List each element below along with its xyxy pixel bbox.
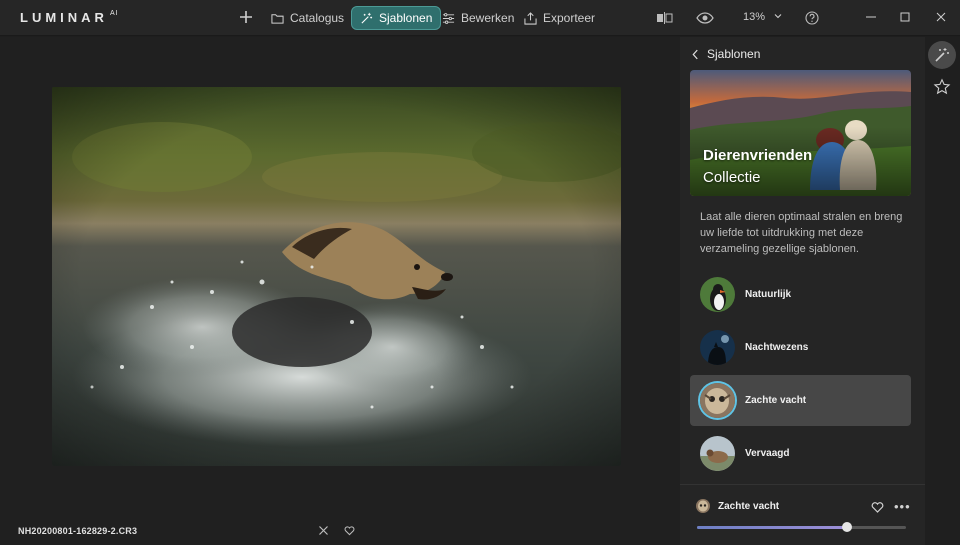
chevron-left-icon: [692, 49, 698, 59]
templates-panel: Sjablonen Dierenvrienden Collectie Laat …: [680, 37, 925, 545]
template-zachte-vacht[interactable]: Zachte vacht: [690, 375, 911, 426]
template-nachtwezens[interactable]: Nachtwezens: [690, 322, 911, 373]
magic-wand-icon: [935, 48, 949, 62]
star-icon: [933, 78, 951, 95]
main-photo[interactable]: [52, 87, 621, 466]
tab-catalogus[interactable]: Catalogus: [263, 6, 352, 30]
tab-label: Exporteer: [543, 11, 596, 25]
heart-icon[interactable]: [871, 501, 884, 513]
slider-handle[interactable]: [842, 522, 853, 532]
template-vervaagd[interactable]: Vervaagd: [690, 428, 911, 479]
minimize-icon[interactable]: [865, 11, 877, 23]
applied-template-label: Zachte vacht: [718, 500, 780, 512]
collection-description: Laat alle dieren optimaal stralen en bre…: [700, 211, 903, 255]
photo-canvas: NH20200801-162829-2.CR3: [0, 37, 680, 545]
add-photos-button[interactable]: [236, 7, 256, 27]
right-rail: [925, 37, 960, 545]
template-thumbnail: [700, 383, 735, 418]
collection-title: Dierenvrienden: [703, 147, 813, 164]
close-icon[interactable]: [935, 11, 947, 23]
templates-rail-button[interactable]: [928, 41, 956, 69]
maximize-icon[interactable]: [899, 11, 911, 23]
more-icon: •••: [894, 499, 911, 514]
template-natuurlijk[interactable]: Natuurlijk: [690, 269, 911, 320]
more-options-button[interactable]: •••: [894, 499, 911, 514]
panel-title: Sjablonen: [707, 47, 761, 61]
template-label: Vervaagd: [745, 448, 790, 459]
applied-template: Zachte vacht: [696, 499, 779, 513]
app-logo: LUMINAR AI: [20, 9, 119, 25]
export-icon: [524, 11, 537, 25]
chevron-down-icon[interactable]: [773, 11, 783, 21]
template-label: Zachte vacht: [745, 395, 807, 406]
collection-subtitle: Collectie: [703, 169, 761, 186]
collection-banner: Dierenvrienden Collectie: [690, 70, 911, 196]
tab-exporteer[interactable]: Exporteer: [516, 6, 603, 30]
sliders-icon: [442, 12, 455, 24]
tab-label: Bewerken: [461, 11, 515, 25]
template-label: Nachtwezens: [745, 342, 809, 353]
tab-bewerken[interactable]: Bewerken: [434, 6, 522, 30]
plus-icon: [240, 11, 252, 23]
template-amount-slider[interactable]: [697, 522, 906, 532]
template-thumbnail: [700, 436, 735, 471]
template-label: Natuurlijk: [745, 289, 792, 300]
compare-icon[interactable]: [656, 9, 674, 27]
favorites-rail-button[interactable]: [928, 73, 956, 101]
folder-icon: [271, 13, 284, 24]
panel-divider: [680, 484, 925, 485]
file-name: NH20200801-162829-2.CR3: [18, 526, 138, 536]
template-thumbnail: [700, 330, 735, 365]
eye-icon[interactable]: [696, 9, 714, 27]
tab-sjablonen[interactable]: Sjablonen: [351, 6, 442, 30]
help-icon[interactable]: [803, 9, 821, 27]
tab-label: Sjablonen: [379, 11, 433, 25]
magic-sparkle-icon: [361, 12, 373, 24]
tab-label: Catalogus: [290, 11, 345, 25]
reject-icon[interactable]: [318, 525, 329, 536]
applied-template-thumbnail: [696, 499, 710, 513]
zoom-level[interactable]: 13%: [743, 11, 765, 23]
template-thumbnail: [700, 277, 735, 312]
back-to-templates[interactable]: Sjablonen: [692, 47, 760, 61]
heart-icon[interactable]: [344, 525, 355, 536]
top-bar: LUMINAR AI Catalogus Sjablonen Bewerken E…: [0, 0, 960, 36]
dog-splashing-photo: [52, 87, 621, 466]
slider-fill: [697, 526, 848, 529]
